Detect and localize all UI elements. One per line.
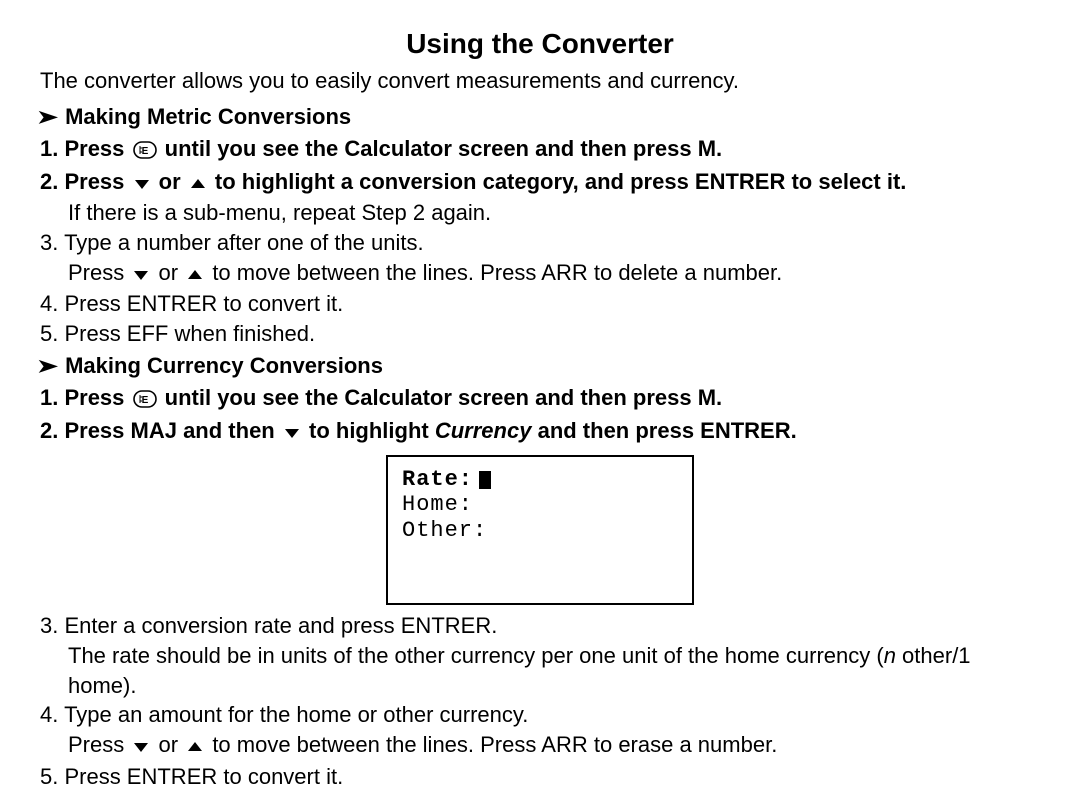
metric-step-1b: until you see the Calculator screen and …: [165, 136, 722, 161]
metric-step-5: 5. Press EFF when finished.: [40, 319, 1040, 349]
currency-step-1b: until you see the Calculator screen and …: [165, 385, 722, 410]
currency-step-4-sub: Press or to move between the lines. Pres…: [68, 730, 1040, 762]
currency-step-2: 2. Press MAJ and then to highlight Curre…: [40, 416, 1040, 448]
metric-step-2b: or: [159, 169, 181, 194]
currency-step-2a: 2. Press MAJ and then: [40, 418, 275, 443]
metric-step-3-sub: Press or to move between the lines. Pres…: [68, 258, 1040, 290]
currency-step-4-sub-b: or: [159, 732, 179, 757]
down-arrow-icon: [283, 418, 301, 448]
down-arrow-icon: [132, 260, 150, 290]
page-title: Using the Converter: [40, 28, 1040, 60]
up-arrow-icon: [186, 260, 204, 290]
right-pointer-icon: ➤: [37, 108, 58, 126]
down-arrow-icon: [132, 732, 150, 762]
section-currency-heading-text: Making Currency Conversions: [65, 353, 383, 379]
section-metric-heading: ➤ Making Metric Conversions: [40, 104, 1040, 130]
currency-step-2b: to highlight: [309, 418, 429, 443]
metric-step-3: 3. Type a number after one of the units.: [40, 228, 1040, 258]
currency-step-1: 1. Press E until you see the Calculator …: [40, 383, 1040, 416]
metric-step-1: 1. Press E until you see the Calculator …: [40, 134, 1040, 167]
currency-step-4: 4. Type an amount for the home or other …: [40, 700, 1040, 730]
metric-step-3-sub-a: Press: [68, 260, 124, 285]
currency-step-3-sub: The rate should be in units of the other…: [68, 641, 1040, 700]
section-currency-heading: ➤ Making Currency Conversions: [40, 353, 1040, 379]
currency-step-1a: 1. Press: [40, 385, 124, 410]
currency-step-4-sub-c: to move between the lines. Press: [212, 732, 536, 757]
up-arrow-icon: [189, 169, 207, 199]
device-screen: Rate: Home: Other:: [386, 455, 694, 605]
currency-step-4-sub-e: to erase a number.: [594, 732, 777, 757]
currency-step-2d: and then press ENTRER.: [538, 418, 797, 443]
down-arrow-icon: [133, 169, 151, 199]
metric-step-2: 2. Press or to highlight a conversion ca…: [40, 167, 1040, 199]
metric-step-3-sub-c: to move between the lines. Press: [212, 260, 536, 285]
currency-step-3-sub-a: The rate should be in units of the other…: [68, 643, 884, 668]
metric-step-3-sub-b: or: [159, 260, 179, 285]
section-metric-heading-text: Making Metric Conversions: [65, 104, 351, 130]
device-key-icon: E: [133, 386, 157, 416]
currency-step-5: 5. Press ENTRER to convert it.: [40, 762, 1040, 792]
currency-step-2c: Currency: [435, 418, 532, 443]
screen-rate-label: Rate:: [402, 467, 473, 492]
metric-step-4: 4. Press ENTRER to convert it.: [40, 289, 1040, 319]
metric-step-3-sub-d: ARR: [541, 260, 587, 285]
currency-step-4-sub-d: ARR: [541, 732, 587, 757]
up-arrow-icon: [186, 732, 204, 762]
svg-text:E: E: [141, 395, 148, 406]
currency-step-4-sub-a: Press: [68, 732, 124, 757]
metric-step-2c: to highlight a conversion category, and …: [215, 169, 907, 194]
screen-home-label: Home:: [402, 492, 678, 517]
device-key-icon: E: [133, 137, 157, 167]
cursor-block-icon: [479, 471, 491, 489]
currency-step-3-sub-b: n: [884, 643, 896, 668]
intro-text: The converter allows you to easily conve…: [40, 68, 1040, 94]
metric-step-2a: 2. Press: [40, 169, 124, 194]
metric-step-2-sub: If there is a sub-menu, repeat Step 2 ag…: [68, 198, 1040, 228]
metric-step-1a: 1. Press: [40, 136, 124, 161]
page: Using the Converter The converter allows…: [0, 0, 1080, 801]
currency-step-3: 3. Enter a conversion rate and press ENT…: [40, 611, 1040, 641]
metric-step-3-sub-e: to delete a number.: [594, 260, 782, 285]
svg-text:E: E: [141, 146, 148, 157]
screen-other-label: Other:: [402, 518, 678, 543]
device-screen-illustration: Rate: Home: Other:: [40, 455, 1040, 605]
right-pointer-icon: ➤: [37, 357, 58, 375]
screen-rate-line: Rate:: [402, 467, 678, 492]
